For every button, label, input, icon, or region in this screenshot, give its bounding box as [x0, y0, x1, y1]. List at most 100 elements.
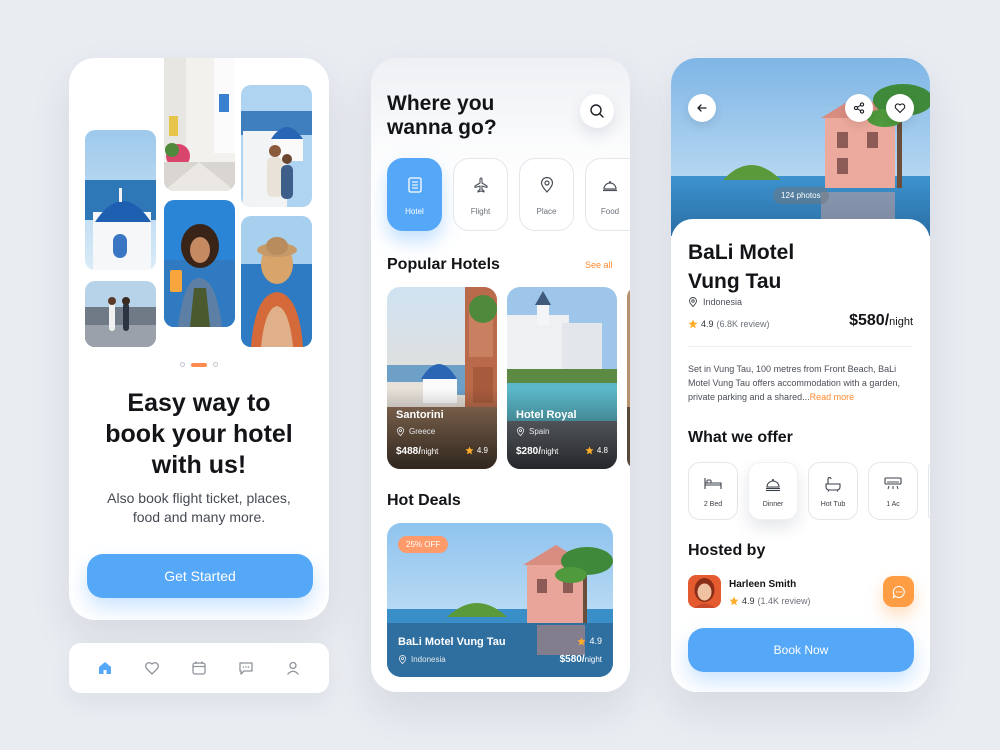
category-flight[interactable]: Flight: [453, 158, 508, 231]
ac-icon: [869, 476, 917, 490]
price-value: $280/: [516, 446, 542, 457]
heart-icon[interactable]: [140, 656, 164, 680]
book-now-button[interactable]: Book Now: [688, 628, 914, 672]
pager-dot[interactable]: [213, 362, 218, 367]
hotel-name: Santorini: [396, 409, 444, 421]
photos-count-badge[interactable]: 124 photos: [773, 187, 829, 204]
hotel-location-text: Greece: [409, 427, 436, 436]
detail-sheet: BaLi Motel Vung Tau Indonesia 4.9 (6.8K …: [671, 219, 930, 692]
hero-photo[interactable]: [671, 58, 930, 236]
star-icon: [729, 596, 739, 606]
back-button[interactable]: [688, 94, 716, 122]
price-value: $580/: [849, 312, 890, 329]
offer-label: Hot Tub: [820, 501, 846, 508]
read-more-link[interactable]: Read more: [810, 392, 855, 402]
hotel-photo-partial: [627, 287, 630, 469]
traveler-woman-image: [164, 200, 235, 327]
map-pin-icon: [520, 176, 573, 194]
calendar-icon[interactable]: [187, 656, 211, 680]
bathtub-icon: [809, 476, 857, 492]
offer-hot-tub[interactable]: Hot Tub: [808, 462, 858, 520]
hotel-card-santorini[interactable]: Santorini Greece $488/night 4.9: [387, 287, 497, 469]
see-all-link[interactable]: See all: [585, 260, 613, 270]
bottom-tab-bar: [69, 643, 329, 693]
home-screen: Where you wanna go? Hotel Flight Place F…: [371, 58, 630, 692]
deal-price: $580/night: [560, 654, 602, 665]
chat-host-button[interactable]: [883, 576, 914, 607]
price-unit: night: [421, 447, 439, 456]
price-unit: night: [889, 316, 913, 328]
offer-label: 2 Bed: [703, 501, 723, 508]
search-button[interactable]: [580, 94, 614, 128]
hotel-price: $488/night: [396, 446, 438, 457]
host-name: Harleen Smith: [729, 579, 797, 590]
discount-badge: 25% OFF: [398, 536, 449, 553]
search-icon: [590, 104, 604, 118]
hot-deal-card[interactable]: 25% OFF BaLi Motel Vung Tau 4.9 Indonesi…: [387, 523, 613, 677]
deal-location: Indonesia: [398, 655, 446, 664]
divider: [688, 346, 913, 347]
get-started-button[interactable]: Get Started: [87, 554, 313, 598]
hotel-title: BaLi Motel Vung Tau: [688, 241, 795, 293]
offer-partial[interactable]: [928, 462, 930, 520]
hotel-location: Indonesia: [688, 297, 742, 307]
hotel-card-partial[interactable]: [627, 287, 630, 469]
map-pin-icon: [398, 655, 407, 664]
onboarding-title: Easy way to book your hotel with us!: [105, 389, 293, 479]
host-avatar[interactable]: [688, 575, 721, 608]
offer-dinner[interactable]: Dinner: [748, 462, 798, 520]
rating-value: 4.9: [742, 596, 755, 606]
rating-value: 4.8: [596, 446, 608, 455]
hotel-price: $580/night: [849, 312, 913, 330]
hotel-card-royal[interactable]: Hotel Royal Spain $280/night 4.8: [507, 287, 617, 469]
star-icon: [577, 636, 587, 645]
host-rating: 4.9 (1.4K review): [729, 596, 811, 606]
star-icon: [585, 446, 594, 455]
hotel-icon: [388, 176, 441, 194]
offer-ac[interactable]: 1 Ac: [868, 462, 918, 520]
offer-label: 1 Ac: [886, 501, 900, 508]
category-hotel[interactable]: Hotel: [387, 158, 442, 231]
hotel-location: Spain: [516, 427, 549, 436]
hotel-detail-screen: 124 photos BaLi Motel Vung Tau Indonesia…: [671, 58, 930, 692]
category-food[interactable]: Food: [585, 158, 630, 231]
home-title: Where you wanna go?: [387, 92, 497, 139]
favorite-button[interactable]: [886, 94, 914, 122]
deal-rating: 4.9: [577, 636, 602, 646]
price-unit: night: [541, 447, 559, 456]
price-value: $488/: [396, 446, 422, 457]
hotel-name: Hotel Royal: [516, 409, 577, 421]
offer-title: What we offer: [688, 429, 793, 446]
star-icon: [465, 446, 474, 455]
hotel-location: Greece: [396, 427, 435, 436]
onboarding-screen: Easy way to book your hotel with us! Als…: [69, 58, 329, 620]
pager-dot[interactable]: [180, 362, 185, 367]
user-icon[interactable]: [281, 656, 305, 680]
category-label: Food: [600, 207, 620, 216]
map-pin-icon: [396, 427, 405, 436]
hosted-by-title: Hosted by: [688, 542, 766, 559]
rating-value: 4.9: [476, 446, 488, 455]
pager-dot-active[interactable]: [191, 362, 207, 367]
home-icon[interactable]: [93, 656, 117, 680]
hotel-rating: 4.9 (6.8K review): [688, 319, 770, 329]
category-place[interactable]: Place: [519, 158, 574, 231]
review-count: (1.4K review): [757, 596, 811, 606]
share-icon: [853, 102, 865, 114]
chat-icon: [892, 585, 905, 599]
hotel-rating: 4.8: [585, 446, 608, 455]
chat-icon[interactable]: [234, 656, 258, 680]
santorini-dome-image: [85, 130, 156, 270]
offer-bed[interactable]: 2 Bed: [688, 462, 738, 520]
pager-dots: [69, 362, 329, 367]
share-button[interactable]: [845, 94, 873, 122]
description-text: Set in Vung Tau, 100 metres from Front B…: [688, 364, 900, 402]
map-pin-icon: [516, 427, 525, 436]
heart-icon: [894, 103, 906, 114]
category-label: Place: [536, 207, 557, 216]
popular-hotels-title: Popular Hotels: [387, 256, 500, 273]
dinner-icon: [749, 476, 797, 492]
cloche-icon: [586, 176, 630, 194]
hot-deals-title: Hot Deals: [387, 492, 461, 509]
review-count: (6.8K review): [716, 319, 770, 329]
